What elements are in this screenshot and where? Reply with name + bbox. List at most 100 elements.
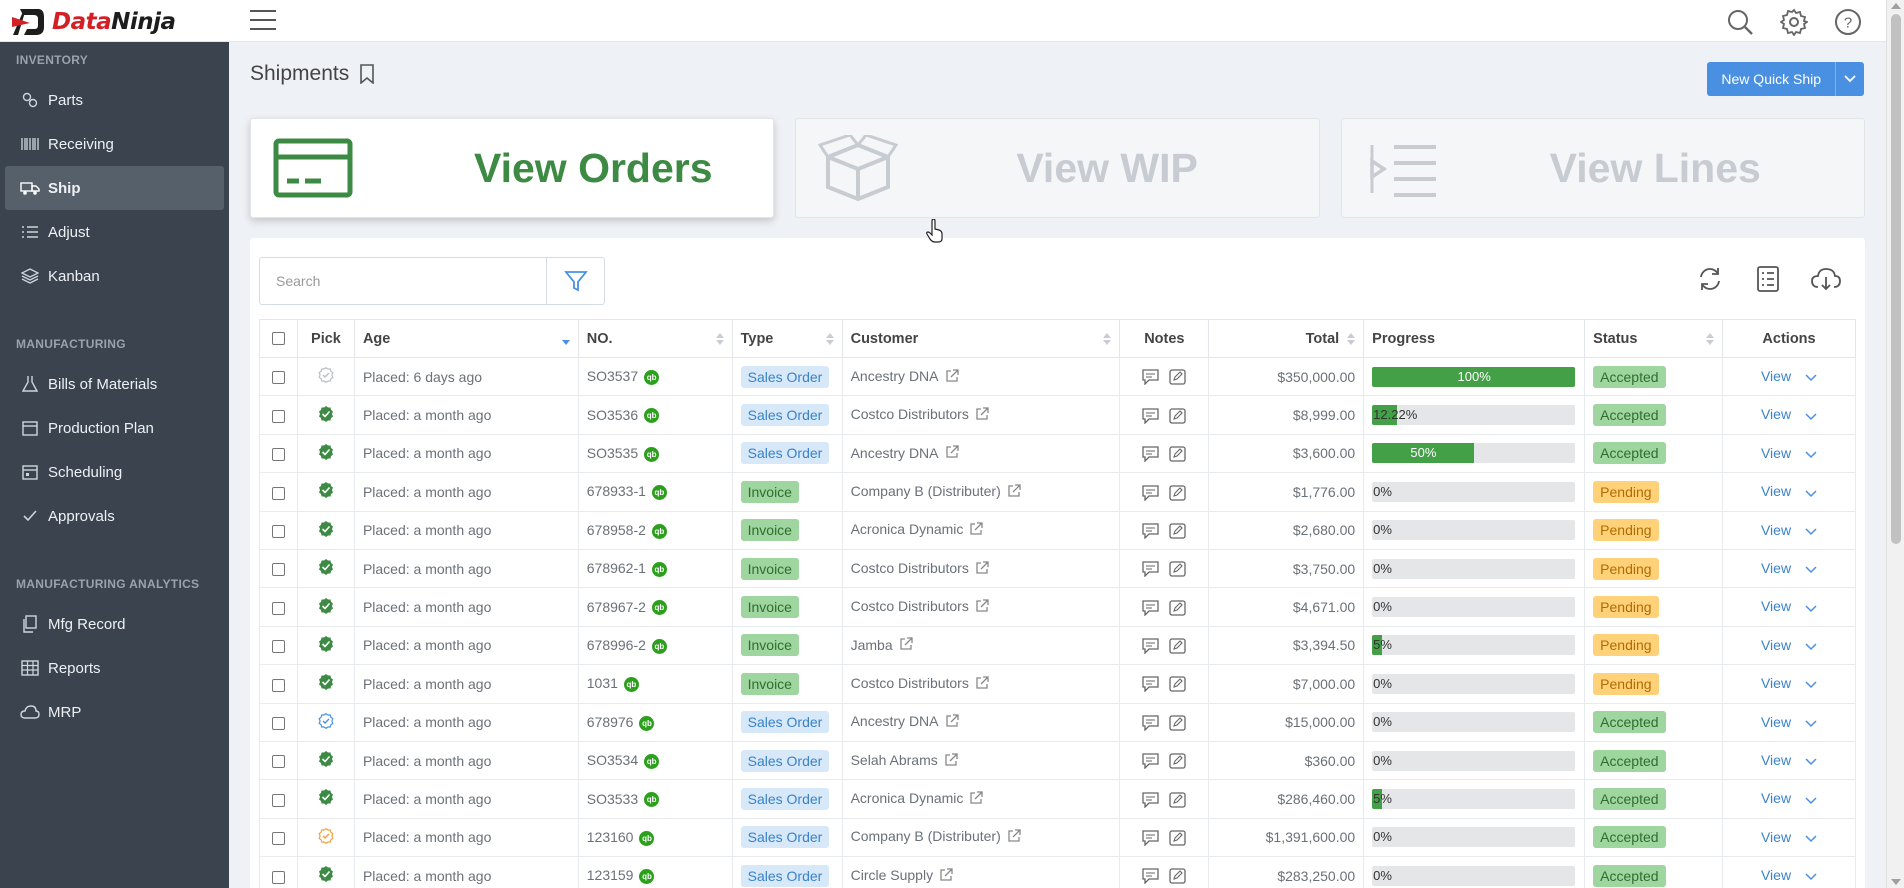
edit-note-icon[interactable] bbox=[1169, 369, 1186, 385]
chevron-down-icon[interactable] bbox=[1805, 369, 1817, 385]
col-header-type[interactable]: Type bbox=[731, 319, 843, 358]
number-cell[interactable]: SO3536 qb bbox=[577, 395, 733, 435]
external-link-icon[interactable] bbox=[945, 714, 959, 731]
comment-icon[interactable] bbox=[1142, 523, 1159, 539]
number-cell[interactable]: 678996-2 qb bbox=[577, 625, 733, 666]
edit-note-icon[interactable] bbox=[1169, 484, 1186, 501]
view-link[interactable]: View bbox=[1761, 522, 1791, 538]
number-cell[interactable]: 678962-1 qb bbox=[577, 548, 733, 589]
sidebar-item-mfg-record[interactable]: Mfg Record bbox=[0, 602, 229, 646]
sidebar-item-kanban[interactable]: Kanban bbox=[0, 254, 229, 298]
row-checkbox[interactable] bbox=[271, 601, 285, 615]
edit-note-icon[interactable] bbox=[1169, 523, 1186, 539]
edit-note-icon[interactable] bbox=[1169, 791, 1186, 808]
col-header-age[interactable]: Age bbox=[353, 319, 579, 358]
chevron-down-icon[interactable] bbox=[1805, 753, 1817, 769]
comment-icon[interactable] bbox=[1142, 868, 1159, 885]
chevron-down-icon[interactable] bbox=[1805, 715, 1817, 731]
scroll-down-icon[interactable] bbox=[1891, 879, 1901, 885]
table-row[interactable]: Placed: a month ago 678962-1 qb Invoice C… bbox=[259, 548, 1856, 589]
view-link[interactable]: View bbox=[1761, 675, 1791, 691]
col-header-no[interactable]: NO. bbox=[577, 319, 733, 358]
col-header-pick[interactable]: Pick bbox=[296, 319, 355, 358]
bookmark-icon[interactable] bbox=[359, 64, 375, 84]
row-checkbox[interactable] bbox=[271, 486, 285, 500]
chevron-down-icon[interactable] bbox=[1805, 561, 1817, 577]
refresh-icon[interactable] bbox=[1693, 262, 1727, 296]
table-row[interactable]: Placed: a month ago SO3535 qb Sales Order… bbox=[259, 433, 1856, 474]
table-row[interactable]: Placed: a month ago 678958-2 qb Invoice A… bbox=[259, 510, 1856, 550]
pick-status-icon[interactable] bbox=[318, 405, 334, 425]
view-link[interactable]: View bbox=[1761, 560, 1791, 576]
sidebar-item-adjust[interactable]: Adjust bbox=[0, 210, 229, 254]
edit-note-icon[interactable] bbox=[1169, 600, 1186, 616]
scrollbar-thumb[interactable] bbox=[1891, 14, 1901, 544]
external-link-icon[interactable] bbox=[944, 752, 958, 770]
table-row[interactable]: Placed: 6 days ago SO3537 qb Sales Order … bbox=[259, 356, 1856, 397]
external-link-icon[interactable] bbox=[899, 637, 913, 654]
edit-note-icon[interactable] bbox=[1169, 868, 1186, 885]
scroll-up-icon[interactable] bbox=[1891, 3, 1901, 9]
view-orders-card[interactable]: View Orders bbox=[250, 118, 775, 218]
comment-icon[interactable] bbox=[1142, 600, 1159, 616]
gear-icon[interactable] bbox=[1778, 6, 1810, 38]
comment-icon[interactable] bbox=[1142, 676, 1159, 693]
pick-status-icon[interactable] bbox=[318, 866, 334, 885]
external-link-icon[interactable] bbox=[969, 791, 984, 808]
row-checkbox[interactable] bbox=[271, 371, 285, 385]
pick-status-icon[interactable] bbox=[318, 520, 334, 540]
external-link-icon[interactable] bbox=[939, 868, 953, 885]
col-header-customer[interactable]: Customer bbox=[841, 319, 1121, 358]
number-cell[interactable]: 1031 qb bbox=[577, 664, 733, 704]
number-cell[interactable]: 678933-1 qb bbox=[577, 472, 733, 512]
number-cell[interactable]: SO3537 qb bbox=[577, 356, 733, 397]
comment-icon[interactable] bbox=[1142, 484, 1159, 501]
number-cell[interactable]: 123160 qb bbox=[577, 817, 733, 858]
pick-status-icon[interactable] bbox=[318, 597, 334, 617]
sidebar-item-scheduling[interactable]: Scheduling bbox=[0, 450, 229, 494]
edit-note-icon[interactable] bbox=[1169, 446, 1186, 462]
external-link-icon[interactable] bbox=[945, 368, 959, 386]
view-link[interactable]: View bbox=[1761, 406, 1791, 422]
view-link[interactable]: View bbox=[1761, 368, 1791, 384]
chevron-down-icon[interactable] bbox=[1805, 600, 1817, 616]
row-checkbox[interactable] bbox=[271, 870, 285, 884]
number-cell[interactable]: SO3534 qb bbox=[577, 740, 733, 781]
app-logo[interactable]: DataNinja bbox=[10, 4, 176, 40]
chevron-down-icon[interactable] bbox=[1805, 792, 1817, 808]
pick-status-icon[interactable] bbox=[318, 367, 334, 386]
chevron-down-icon[interactable] bbox=[1805, 676, 1817, 692]
row-checkbox[interactable] bbox=[271, 525, 285, 539]
chevron-down-icon[interactable] bbox=[1805, 485, 1817, 501]
search-icon[interactable] bbox=[1724, 6, 1756, 38]
number-cell[interactable]: 678967-2 qb bbox=[577, 587, 733, 627]
table-row[interactable]: Placed: a month ago SO3536 qb Sales Order… bbox=[259, 395, 1856, 435]
chevron-down-icon[interactable] bbox=[1805, 446, 1817, 462]
table-row[interactable]: Placed: a month ago 1031 qb Invoice Costc… bbox=[259, 664, 1856, 704]
sidebar-item-reports[interactable]: Reports bbox=[0, 646, 229, 690]
row-checkbox[interactable] bbox=[271, 678, 285, 692]
edit-note-icon[interactable] bbox=[1169, 830, 1186, 846]
comment-icon[interactable] bbox=[1142, 791, 1159, 808]
chevron-down-icon[interactable] bbox=[1805, 638, 1817, 654]
edit-note-icon[interactable] bbox=[1169, 753, 1186, 769]
chevron-down-icon[interactable] bbox=[1805, 408, 1817, 424]
pick-status-icon[interactable] bbox=[318, 443, 334, 463]
number-cell[interactable]: SO3535 qb bbox=[577, 433, 733, 474]
edit-note-icon[interactable] bbox=[1169, 638, 1186, 654]
filter-button[interactable] bbox=[546, 257, 605, 305]
table-row[interactable]: Placed: a month ago 678933-1 qb Invoice C… bbox=[259, 472, 1856, 512]
pick-status-icon[interactable] bbox=[318, 789, 334, 808]
sidebar-item-production-plan[interactable]: Production Plan bbox=[0, 406, 229, 450]
row-checkbox[interactable] bbox=[271, 448, 285, 462]
row-checkbox[interactable] bbox=[271, 832, 285, 846]
table-row[interactable]: Placed: a month ago 678967-2 qb Invoice C… bbox=[259, 587, 1856, 627]
comment-icon[interactable] bbox=[1142, 638, 1159, 655]
view-link[interactable]: View bbox=[1761, 867, 1791, 883]
view-link[interactable]: View bbox=[1761, 829, 1791, 845]
chevron-down-icon[interactable] bbox=[1805, 523, 1817, 539]
row-checkbox[interactable] bbox=[271, 793, 285, 807]
pick-status-icon[interactable] bbox=[318, 635, 334, 655]
sidebar-item-receiving[interactable]: Receiving bbox=[0, 122, 229, 166]
number-cell[interactable]: SO3533 qb bbox=[577, 779, 733, 819]
